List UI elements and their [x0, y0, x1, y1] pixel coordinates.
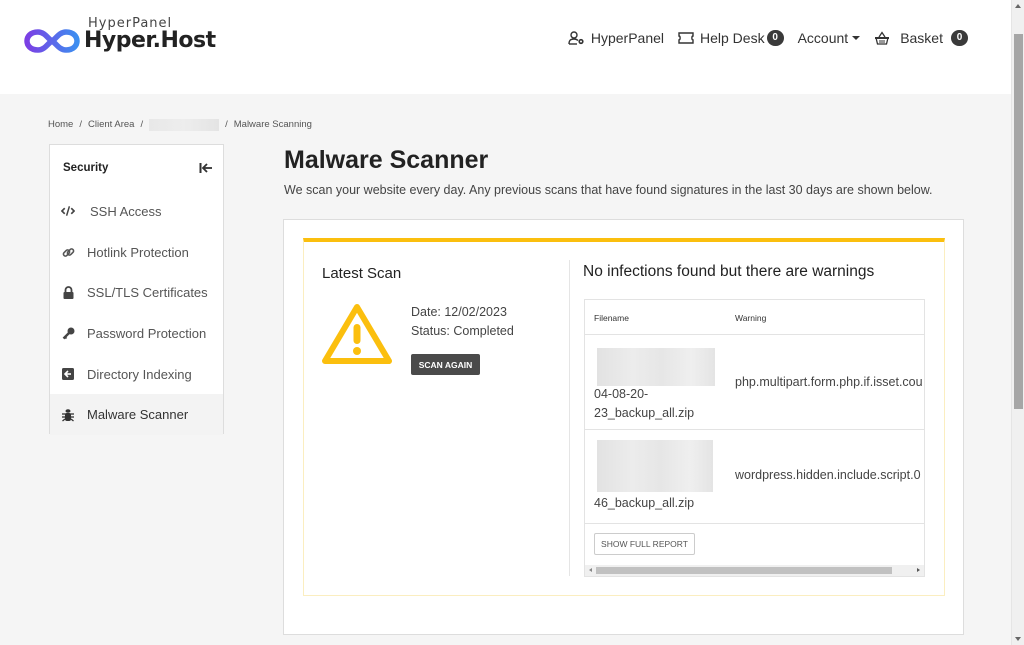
redacted-filename — [597, 440, 713, 492]
nav-hyperpanel-label: HyperPanel — [590, 30, 664, 46]
sidebar-item-label: Hotlink Protection — [87, 244, 189, 260]
sidebar-item-label: Malware Scanner — [87, 407, 189, 423]
breadcrumb-separator: / — [79, 119, 82, 130]
scan-date: Date: 12/02/2023 — [411, 305, 507, 319]
column-header-warning: Warning — [735, 313, 767, 323]
ticket-icon — [678, 32, 694, 44]
breadcrumb-redacted-domain[interactable] — [149, 119, 220, 131]
warning-cell: wordpress.hidden.include.script.0 — [735, 468, 921, 482]
scroll-right-arrow-icon[interactable] — [917, 568, 920, 572]
scan-again-button[interactable]: SCAN AGAIN — [411, 354, 480, 375]
lock-icon — [61, 286, 75, 300]
sidebar-title: Security — [63, 162, 109, 174]
scan-result-panel: Latest Scan Date: 12/02/2023 Status: Com… — [303, 238, 945, 596]
table-row: 04-08-20- 23_backup_all.zip php.multipar… — [585, 335, 924, 430]
results-title: No infections found but there are warnin… — [583, 263, 875, 280]
warnings-table: Filename Warning 04-08-20- 23_backup_all… — [584, 299, 925, 577]
basket-icon — [875, 31, 890, 45]
caret-down-icon — [852, 36, 861, 40]
nav-hyperpanel[interactable]: HyperPanel — [568, 30, 664, 46]
column-divider — [569, 260, 570, 576]
sidebar-item-hotlink-protection[interactable]: Hotlink Protection — [50, 232, 223, 273]
sidebar-item-label: SSL/TLS Certificates — [87, 285, 208, 301]
site-header: HyperPanel Hyper.Host HyperPanel Help De… — [0, 0, 1011, 94]
breadcrumb-home[interactable]: Home — [48, 119, 73, 131]
scroll-down-arrow-icon[interactable] — [1015, 637, 1021, 641]
top-navigation: HyperPanel Help Desk 0 Account Basket 0 — [554, 30, 968, 46]
filename-cell: 46_backup_all.zip — [594, 496, 695, 510]
infinity-logo-icon — [24, 29, 80, 53]
scroll-left-arrow-icon[interactable] — [589, 568, 592, 572]
brand-logo[interactable]: HyperPanel Hyper.Host — [24, 16, 216, 56]
sidebar-item-label: Directory Indexing — [87, 366, 192, 382]
horizontal-scrollbar-thumb[interactable] — [596, 567, 892, 574]
page-description: We scan your website every day. Any prev… — [284, 183, 933, 197]
show-full-report-button[interactable]: SHOW FULL REPORT — [594, 533, 695, 555]
bug-icon — [61, 408, 75, 422]
page-scrollbar[interactable] — [1011, 0, 1024, 645]
sidebar-item-malware-scanner[interactable]: Malware Scanner — [50, 394, 223, 436]
page-title: Malware Scanner — [284, 146, 489, 174]
scanner-card: Latest Scan Date: 12/02/2023 Status: Com… — [283, 219, 964, 635]
folder-arrow-icon — [61, 367, 75, 381]
security-sidebar: Security SSH Access Hotlink Protection S… — [49, 144, 224, 436]
warning-triangle-icon — [322, 304, 392, 364]
breadcrumb-client-area[interactable]: Client Area — [88, 119, 134, 131]
sidebar-item-ssh-access[interactable]: SSH Access — [50, 191, 223, 232]
table-horizontal-scrollbar[interactable] — [585, 565, 924, 576]
warning-cell: php.multipart.form.php.if.isset.cou — [735, 375, 923, 389]
filename-cell: 04-08-20- 23_backup_all.zip — [594, 387, 695, 420]
sidebar-item-directory-indexing[interactable]: Directory Indexing — [50, 354, 223, 395]
help-desk-count-badge: 0 — [766, 30, 784, 46]
table-row: 46_backup_all.zip wordpress.hidden.inclu… — [585, 430, 924, 524]
scroll-up-arrow-icon[interactable] — [1015, 4, 1021, 8]
brand-name: Hyper.Host — [84, 28, 216, 53]
latest-scan-title: Latest Scan — [322, 265, 402, 282]
user-cog-icon — [568, 31, 584, 45]
breadcrumb: Home / Client Area / / Malware Scanning — [48, 119, 318, 131]
nav-help-desk[interactable]: Help Desk 0 — [678, 30, 784, 46]
sidebar-item-password-protection[interactable]: Password Protection — [50, 313, 223, 354]
nav-basket[interactable]: Basket 0 — [874, 30, 968, 46]
key-icon — [61, 326, 75, 340]
nav-help-desk-label: Help Desk — [700, 30, 765, 46]
breadcrumb-separator: / — [140, 119, 144, 130]
breadcrumb-separator: / — [225, 119, 228, 130]
table-header-row: Filename Warning — [585, 300, 924, 335]
nav-account[interactable]: Account — [798, 30, 861, 46]
column-header-filename: Filename — [594, 313, 629, 323]
scan-status: Status: Completed — [411, 324, 514, 338]
nav-basket-label: Basket — [900, 30, 943, 46]
sidebar-item-label: SSH Access — [90, 203, 162, 219]
code-icon — [61, 204, 75, 218]
basket-count-badge: 0 — [951, 30, 968, 46]
sidebar-item-label: Password Protection — [87, 325, 207, 341]
redacted-filename — [597, 348, 715, 386]
sidebar-item-ssl-tls-certificates[interactable]: SSL/TLS Certificates — [50, 272, 223, 313]
breadcrumb-current: Malware Scanning — [233, 119, 312, 130]
scrollbar-thumb[interactable] — [1014, 34, 1023, 409]
link-icon — [61, 245, 75, 259]
nav-account-label: Account — [797, 30, 849, 46]
collapse-left-icon[interactable] — [199, 162, 213, 174]
